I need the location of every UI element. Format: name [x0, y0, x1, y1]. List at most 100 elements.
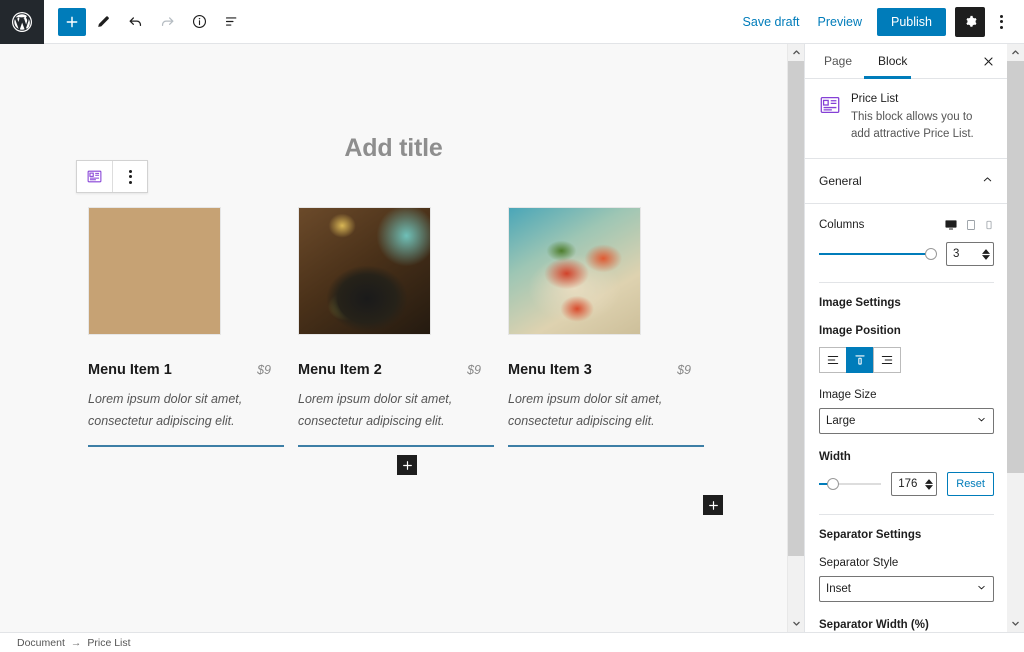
breadcrumb-arrow-icon: → — [70, 636, 82, 649]
editor-canvas: Add title Menu Item 1 $9 Lorem ipsum dol… — [0, 44, 804, 632]
width-number-field[interactable] — [891, 472, 938, 497]
canvas-scrollbar[interactable] — [787, 44, 804, 632]
width-reset-button[interactable]: Reset — [947, 472, 994, 497]
publish-button[interactable]: Publish — [877, 7, 946, 36]
align-left-icon[interactable] — [819, 347, 847, 374]
columns-slider[interactable] — [819, 246, 938, 262]
editor-top-bar: Save draft Preview Publish — [0, 0, 1024, 44]
sidebar-tabs: Page Block — [805, 44, 1008, 79]
list-view-button[interactable] — [216, 7, 246, 37]
tab-page[interactable]: Page — [811, 44, 865, 79]
menu-item-image[interactable] — [508, 207, 641, 335]
breadcrumb-current[interactable]: Price List — [87, 637, 130, 649]
menu-item-separator — [88, 445, 284, 447]
width-stepper[interactable] — [924, 478, 937, 490]
details-button[interactable] — [184, 7, 214, 37]
menu-item-header: Menu Item 3 $9 — [508, 362, 691, 378]
editor-footer: Document → Price List — [0, 632, 1024, 652]
tablet-icon[interactable] — [965, 218, 977, 232]
save-draft-button[interactable]: Save draft — [734, 9, 809, 35]
separator-style-select[interactable]: Inset — [819, 576, 994, 603]
edit-tool-button[interactable] — [88, 7, 118, 37]
menu-item-separator — [508, 445, 704, 447]
columns-slider-row — [819, 242, 994, 267]
menu-item-description[interactable]: Lorem ipsum dolor sit amet, consectetur … — [88, 389, 264, 432]
scroll-up-arrow-icon[interactable] — [1007, 44, 1024, 61]
redo-button[interactable] — [152, 7, 182, 37]
columns-stepper[interactable] — [981, 248, 993, 260]
block-card-description: This block allows you to add attractive … — [851, 111, 974, 140]
panel-general-header[interactable]: General — [805, 159, 1008, 205]
menu-item-name[interactable]: Menu Item 3 — [508, 362, 592, 378]
menu-item-price[interactable]: $9 — [467, 363, 481, 377]
price-list-block[interactable]: Menu Item 1 $9 Lorem ipsum dolor sit ame… — [88, 207, 718, 447]
menu-item-separator — [298, 445, 494, 447]
menu-item-header: Menu Item 1 $9 — [88, 362, 271, 378]
image-size-select-wrap: Large — [819, 408, 994, 435]
block-card-title: Price List — [851, 93, 899, 105]
menu-item-price[interactable]: $9 — [257, 363, 271, 377]
block-options-button[interactable] — [112, 161, 147, 192]
more-options-button[interactable] — [988, 7, 1014, 37]
block-toolbar — [76, 160, 148, 193]
image-settings-title: Image Settings — [819, 297, 901, 310]
sidebar-scrollbar[interactable] — [1007, 44, 1024, 632]
add-block-inserter-button[interactable] — [701, 493, 725, 517]
breadcrumb-document[interactable]: Document — [17, 637, 65, 649]
scroll-down-arrow-icon[interactable] — [788, 615, 804, 632]
three-dots-vertical-icon — [999, 14, 1003, 29]
separator-settings-title: Separator Settings — [819, 529, 922, 542]
top-bar-tools — [44, 7, 246, 37]
settings-sidebar: Page Block Price List This block allows … — [804, 44, 1024, 632]
align-top-icon[interactable] — [846, 347, 874, 374]
page-title-placeholder[interactable]: Add title — [0, 134, 787, 163]
desktop-icon[interactable] — [944, 218, 958, 232]
scroll-down-arrow-icon[interactable] — [1007, 615, 1024, 632]
mobile-icon[interactable] — [984, 218, 994, 232]
sidebar-scrollbar-thumb[interactable] — [1007, 61, 1024, 473]
columns-input[interactable] — [947, 248, 982, 261]
menu-item-image[interactable] — [88, 207, 221, 335]
menu-item-image[interactable] — [298, 207, 431, 335]
columns-label: Columns — [819, 219, 865, 232]
price-list-block-icon[interactable] — [77, 161, 112, 192]
image-size-select[interactable]: Large — [819, 408, 994, 435]
width-input[interactable] — [892, 478, 925, 491]
price-list-item[interactable]: Menu Item 1 $9 Lorem ipsum dolor sit ame… — [88, 207, 298, 447]
align-right-icon[interactable] — [873, 347, 901, 374]
add-block-inserter-button[interactable] — [395, 453, 419, 477]
responsive-device-toggles — [944, 218, 994, 232]
price-list-item[interactable]: Menu Item 2 $9 Lorem ipsum dolor sit ame… — [298, 207, 508, 447]
scroll-up-arrow-icon[interactable] — [788, 44, 804, 61]
three-dots-vertical-icon — [128, 169, 132, 184]
chevron-up-icon — [981, 173, 994, 189]
panel-general-body: Columns 3 Image Settings Image Position … — [805, 204, 1008, 632]
image-position-control — [819, 347, 994, 374]
canvas-scrollbar-thumb[interactable] — [788, 61, 804, 556]
preview-button[interactable]: Preview — [809, 9, 871, 35]
divider — [819, 282, 994, 284]
price-list-item[interactable]: Menu Item 3 $9 Lorem ipsum dolor sit ame… — [508, 207, 718, 447]
block-info-card: Price List This block allows you to add … — [805, 79, 1008, 160]
wordpress-logo-icon[interactable] — [0, 0, 44, 44]
columns-number-field[interactable] — [946, 242, 994, 267]
settings-gear-icon[interactable] — [955, 6, 985, 37]
image-size-label: Image Size — [819, 389, 877, 402]
add-block-button[interactable] — [58, 7, 86, 36]
width-control-row: Reset — [819, 472, 994, 497]
price-list-block-icon — [819, 94, 841, 116]
width-slider[interactable] — [819, 476, 882, 492]
menu-item-price[interactable]: $9 — [677, 363, 691, 377]
divider — [819, 514, 994, 516]
menu-item-description[interactable]: Lorem ipsum dolor sit amet, consectetur … — [508, 389, 684, 432]
menu-item-description[interactable]: Lorem ipsum dolor sit amet, consectetur … — [298, 389, 474, 432]
menu-item-name[interactable]: Menu Item 2 — [298, 362, 382, 378]
close-sidebar-icon[interactable] — [974, 47, 1002, 75]
separator-width-label: Separator Width (%) — [819, 619, 929, 632]
tab-block[interactable]: Block — [865, 44, 920, 79]
undo-button[interactable] — [120, 7, 150, 37]
top-bar-actions: Save draft Preview Publish — [734, 6, 1024, 37]
separator-style-select-wrap: Inset — [819, 576, 994, 603]
separator-style-label: Separator Style — [819, 557, 899, 570]
menu-item-name[interactable]: Menu Item 1 — [88, 362, 172, 378]
